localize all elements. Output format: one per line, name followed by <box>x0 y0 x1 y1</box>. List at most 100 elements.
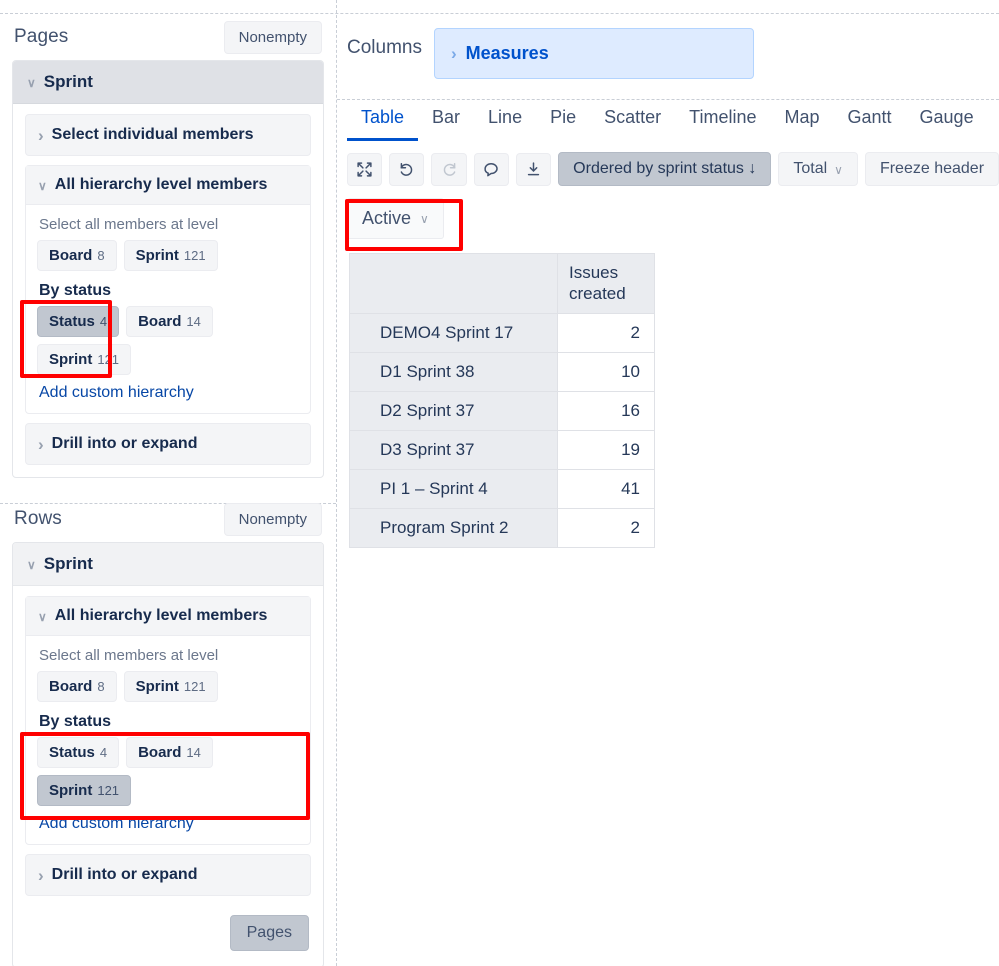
total-button[interactable]: Total <box>778 152 858 186</box>
chevron-down-icon <box>27 558 36 571</box>
rows-sprint-body: All hierarchy level members Select all m… <box>13 586 323 966</box>
row-label: Program Sprint 2 <box>349 507 558 548</box>
chevron-down-icon <box>38 610 47 623</box>
chip-label: Sprint <box>49 351 93 368</box>
rows-status-chip-board[interactable]: Board 14 <box>126 737 213 768</box>
rows-sprint-label: Sprint <box>43 554 93 573</box>
table-row[interactable]: D1 Sprint 38 10 <box>349 351 655 392</box>
rows-nonempty-button[interactable]: Nonempty <box>223 502 322 536</box>
rows-all-hierarchy-panel: All hierarchy level members Select all m… <box>25 596 311 845</box>
ordered-by-sprint-status-button[interactable]: Ordered by sprint status ↓ <box>558 152 772 186</box>
row-value: 41 <box>557 468 655 509</box>
pages-select-individual-members[interactable]: Select individual members <box>25 114 311 156</box>
chip-label: Board <box>49 247 93 264</box>
pages-select-individual-label: Select individual members <box>51 126 254 143</box>
pivot-measure-header: Issues created <box>557 253 655 314</box>
rows-shelf: Rows Nonempty Sprint All hierarchy level… <box>0 496 336 966</box>
shelves-pane: Pages Nonempty Sprint Select individual … <box>0 14 336 966</box>
pages-drill-into-or-expand[interactable]: Drill into or expand <box>25 423 311 465</box>
freeze-header-button[interactable]: Freeze header <box>864 152 999 186</box>
pages-nonempty-button[interactable]: Nonempty <box>223 20 322 54</box>
pages-shelf: Pages Nonempty Sprint Select individual … <box>0 14 336 478</box>
tab-map[interactable]: Map <box>770 99 833 141</box>
fullscreen-icon[interactable] <box>347 152 383 186</box>
pages-drill-label: Drill into or expand <box>51 435 198 452</box>
table-row[interactable]: PI 1 – Sprint 4 41 <box>349 468 655 509</box>
rows-drill-into-or-expand[interactable]: Drill into or expand <box>25 854 311 896</box>
chip-count: 14 <box>186 745 201 760</box>
chip-label: Sprint <box>135 247 179 264</box>
tab-pie[interactable]: Pie <box>536 99 590 141</box>
pages-level-chip-sprint[interactable]: Sprint 121 <box>123 240 218 271</box>
comment-icon[interactable] <box>473 152 509 186</box>
chip-count: 121 <box>183 679 206 694</box>
rows-status-chip-row: Status 4 Board 14 Sprint 121 <box>37 737 299 806</box>
chevron-down-icon <box>834 163 843 176</box>
pages-status-chip-status[interactable]: Status 4 <box>37 306 120 337</box>
measures-pill[interactable]: Measures <box>433 28 754 79</box>
pages-sprint-header[interactable]: Sprint <box>13 61 323 104</box>
chip-count: 8 <box>97 248 105 263</box>
pages-all-hierarchy-header[interactable]: All hierarchy level members <box>26 166 310 205</box>
rows-sprint-header[interactable]: Sprint <box>13 543 323 586</box>
tab-bar[interactable]: Bar <box>418 99 474 141</box>
tab-table[interactable]: Table <box>347 99 419 141</box>
row-label: D1 Sprint 38 <box>349 351 558 392</box>
tab-scatter[interactable]: Scatter <box>590 99 675 141</box>
rows-level-chip-board[interactable]: Board 8 <box>37 671 117 702</box>
pages-shelf-header: Pages Nonempty <box>12 14 324 60</box>
table-row[interactable]: DEMO4 Sprint 17 2 <box>349 312 655 353</box>
chip-count: 4 <box>99 745 108 760</box>
row-value: 19 <box>557 429 655 470</box>
table-row[interactable]: D3 Sprint 37 19 <box>349 429 655 470</box>
tab-gauge[interactable]: Gauge <box>906 99 988 141</box>
rows-add-custom-hierarchy-link[interactable]: Add custom hierarchy <box>39 815 194 833</box>
rows-drill-label: Drill into or expand <box>51 866 198 883</box>
rows-select-all-label: Select all members at level <box>39 647 219 664</box>
rows-level-chip-row: Board 8 Sprint 121 <box>37 671 299 702</box>
chevron-right-icon <box>38 867 44 884</box>
chip-label: Status <box>49 313 95 330</box>
pivot-table: Issues created DEMO4 Sprint 17 2 D1 Spri… <box>349 253 655 548</box>
pages-status-chip-sprint[interactable]: Sprint 121 <box>37 344 132 375</box>
pages-sprint-card: Sprint Select individual members All hie… <box>12 60 324 478</box>
chevron-down-icon <box>38 179 47 192</box>
chip-label: Board <box>49 678 93 695</box>
tab-line[interactable]: Line <box>474 99 536 141</box>
pages-level-chip-board[interactable]: Board 8 <box>37 240 117 271</box>
rows-status-chip-status[interactable]: Status 4 <box>37 737 120 768</box>
measures-label: Measures <box>465 43 549 63</box>
pages-sprint-body: Select individual members All hierarchy … <box>13 104 323 477</box>
tab-gantt[interactable]: Gantt <box>834 99 906 141</box>
pages-shelf-button[interactable]: Pages <box>229 915 309 951</box>
undo-icon[interactable] <box>389 152 425 186</box>
download-icon[interactable] <box>515 152 552 186</box>
table-row[interactable]: Program Sprint 2 2 <box>349 507 655 548</box>
page-filter-row: Active <box>337 186 999 239</box>
viz-tab-bar: Table Bar Line Pie Scatter Timeline Map … <box>337 99 999 141</box>
table-row[interactable]: D2 Sprint 37 16 <box>349 390 655 431</box>
pages-sprint-label: Sprint <box>43 72 93 91</box>
chevron-right-icon <box>38 436 44 453</box>
columns-shelf-title: Columns <box>347 37 422 58</box>
page-filter-value: Active <box>362 208 412 228</box>
rows-by-status-label: By status <box>39 713 112 730</box>
chevron-right-icon <box>451 45 457 62</box>
chevron-down-icon <box>27 76 36 89</box>
chip-label: Board <box>138 744 182 761</box>
pivot-header-row: Issues created <box>349 253 655 314</box>
rows-footer: Pages <box>25 905 311 955</box>
pages-status-chip-board[interactable]: Board 14 <box>126 306 213 337</box>
rows-level-chip-sprint[interactable]: Sprint 121 <box>123 671 218 702</box>
redo-icon[interactable] <box>431 152 467 186</box>
chevron-down-icon <box>420 212 429 225</box>
tab-timeline[interactable]: Timeline <box>675 99 770 141</box>
row-label: DEMO4 Sprint 17 <box>349 312 558 353</box>
rows-all-hierarchy-header[interactable]: All hierarchy level members <box>26 597 310 636</box>
rows-status-chip-sprint[interactable]: Sprint 121 <box>37 775 132 806</box>
pages-add-custom-hierarchy-link[interactable]: Add custom hierarchy <box>39 384 194 402</box>
chip-count: 8 <box>97 679 105 694</box>
page-filter-active-button[interactable]: Active <box>347 198 444 239</box>
row-value: 2 <box>557 312 655 353</box>
chip-count: 4 <box>99 314 108 329</box>
